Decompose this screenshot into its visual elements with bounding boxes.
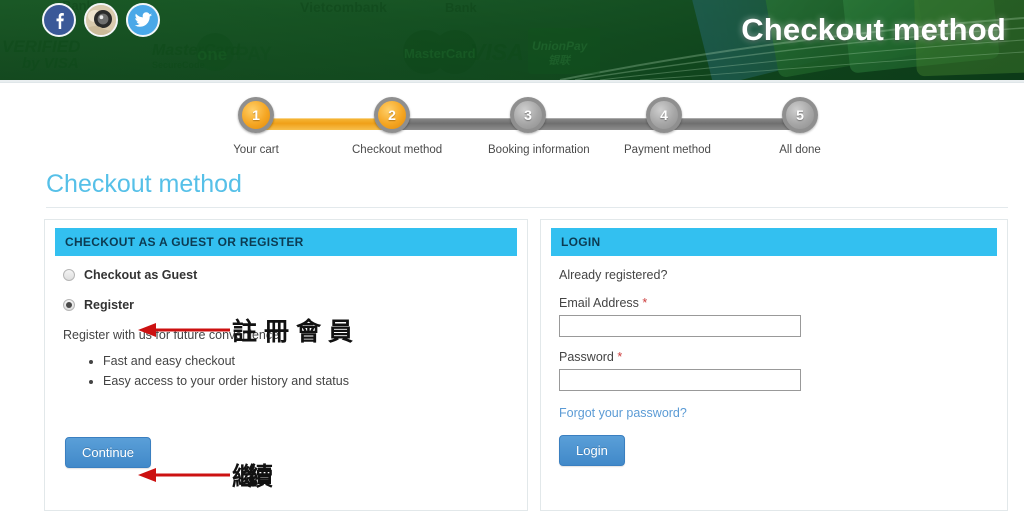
- svg-text:MasterCard: MasterCard: [404, 46, 476, 61]
- step-3[interactable]: 3 Booking information: [488, 97, 590, 156]
- email-required-marker: *: [642, 296, 648, 310]
- twitter-icon[interactable]: [126, 3, 160, 37]
- svg-text:VISA: VISA: [470, 39, 524, 65]
- svg-text:Bank: Bank: [445, 0, 478, 15]
- password-input[interactable]: [559, 369, 801, 391]
- svg-text:Vietcombank: Vietcombank: [300, 0, 387, 15]
- svg-text:one: one: [197, 45, 227, 64]
- password-required-marker: *: [617, 350, 623, 364]
- svg-text:UnionPay: UnionPay: [532, 39, 589, 53]
- continue-button[interactable]: Continue: [65, 437, 152, 468]
- svg-text:by VISA: by VISA: [22, 55, 79, 72]
- step-5-bubble: 5: [782, 97, 818, 133]
- title-divider: [46, 207, 1008, 208]
- login-button[interactable]: Login: [559, 435, 625, 466]
- step-3-bubble: 3: [510, 97, 546, 133]
- register-lead-text: Register with us for future convenience: [63, 328, 280, 342]
- password-label: Password *: [559, 350, 989, 364]
- email-input[interactable]: [559, 315, 801, 337]
- benefit-item: Fast and easy checkout: [103, 351, 509, 371]
- radio-checkout-as-guest[interactable]: [63, 269, 75, 281]
- step-4-bubble: 4: [646, 97, 682, 133]
- instagram-icon[interactable]: [84, 3, 118, 37]
- step-2[interactable]: 2 Checkout method: [352, 97, 443, 156]
- guest-panel-header: CHECKOUT AS A GUEST OR REGISTER: [55, 228, 517, 256]
- step-1-bubble: 1: [238, 97, 274, 133]
- step-5-label: All done: [779, 144, 821, 156]
- step-1-label: Your cart: [233, 144, 279, 156]
- facebook-icon[interactable]: [42, 3, 76, 37]
- email-label: Email Address *: [559, 296, 989, 310]
- already-registered-text: Already registered?: [559, 268, 668, 282]
- banner-title: Checkout method: [741, 12, 1006, 47]
- register-benefits: Fast and easy checkout Easy access to yo…: [63, 351, 509, 391]
- email-label-text: Email Address: [559, 296, 639, 310]
- social-links: [42, 3, 160, 37]
- svg-text:MasterCard: MasterCard: [152, 42, 241, 59]
- option-checkout-as-guest[interactable]: Checkout as Guest: [63, 268, 509, 282]
- forgot-password-link[interactable]: Forgot your password?: [559, 406, 687, 420]
- svg-text:银联: 银联: [548, 54, 572, 67]
- step-5[interactable]: 5 All done: [760, 97, 840, 156]
- login-panel: LOGIN Already registered? Email Address …: [540, 219, 1008, 511]
- radio-register[interactable]: [63, 299, 75, 311]
- checkout-panels: CHECKOUT AS A GUEST OR REGISTER Checkout…: [44, 219, 1008, 511]
- checkout-progress: 1 Your cart 2 Checkout method 3 Booking …: [0, 83, 1024, 166]
- step-2-label: Checkout method: [352, 144, 443, 156]
- svg-text:VERIFIED: VERIFIED: [2, 37, 80, 56]
- page-title: Checkout method: [46, 170, 242, 198]
- option-register[interactable]: Register: [63, 298, 509, 312]
- svg-text:SecureCode: SecureCode: [152, 60, 205, 70]
- svg-text:PAY: PAY: [236, 44, 272, 65]
- login-panel-header: LOGIN: [551, 228, 997, 256]
- step-2-bubble: 2: [374, 97, 410, 133]
- step-4[interactable]: 4 Payment method: [624, 97, 711, 156]
- step-1[interactable]: 1 Your cart: [216, 97, 296, 156]
- label-checkout-as-guest: Checkout as Guest: [84, 268, 198, 282]
- step-3-label: Booking information: [488, 144, 590, 156]
- benefit-item: Easy access to your order history and st…: [103, 371, 509, 391]
- password-label-text: Password: [559, 350, 614, 364]
- guest-or-register-panel: CHECKOUT AS A GUEST OR REGISTER Checkout…: [44, 219, 528, 511]
- step-4-label: Payment method: [624, 144, 711, 156]
- site-banner: VERIFIED by VISA MasterCard SecureCode V…: [0, 0, 1024, 80]
- label-register: Register: [84, 298, 135, 312]
